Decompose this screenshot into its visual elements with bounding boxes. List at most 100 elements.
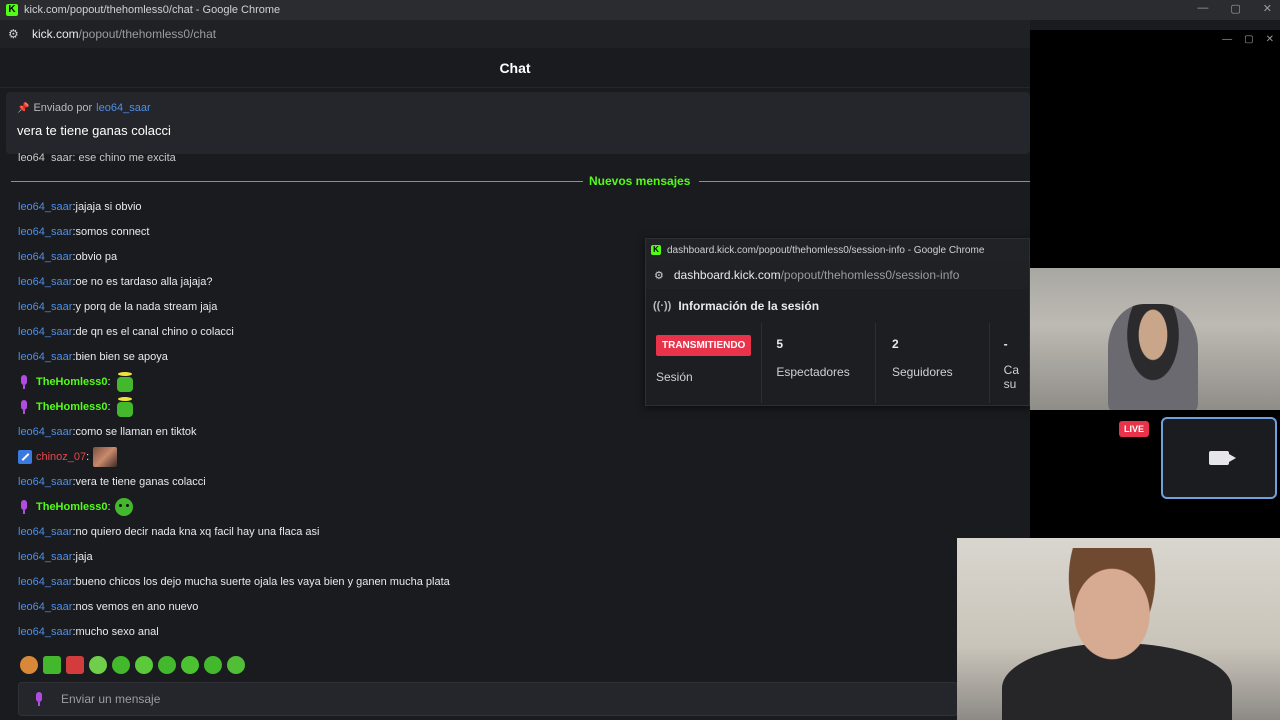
session-info-heading: ((·)) Información de la sesión bbox=[646, 289, 1029, 323]
chat-message[interactable]: leo64_saar: y porq de la nada stream jaj… bbox=[18, 297, 217, 317]
chat-message[interactable]: leo64_saar: jaja bbox=[18, 547, 93, 567]
chat-username[interactable]: leo64_saar bbox=[18, 551, 72, 563]
guest-camera-feed bbox=[1030, 268, 1280, 410]
emote-icon[interactable] bbox=[181, 656, 199, 674]
chat-message[interactable]: leo64_saar: mucho sexo anal bbox=[18, 622, 159, 642]
streamer-webcam-feed bbox=[957, 538, 1280, 720]
chat-message[interactable]: TheHomless0: bbox=[18, 497, 133, 517]
window-controls: — ▢ ✕ bbox=[1197, 2, 1272, 15]
chat-username[interactable]: leo64_saar bbox=[18, 201, 72, 213]
chat-text: de qn es el canal chino o colacci bbox=[75, 326, 234, 338]
chat-username[interactable]: TheHomless0 bbox=[36, 401, 108, 413]
stat-followers: 2 Seguidores bbox=[876, 323, 990, 403]
chat-message[interactable]: leo64_saar: como se llaman en tiktok bbox=[18, 422, 197, 442]
chat-username[interactable]: leo64_saar bbox=[18, 276, 72, 288]
chat-username[interactable]: leo64_saar bbox=[18, 251, 72, 263]
moderator-badge-icon bbox=[18, 450, 32, 464]
session-heading-text: Información de la sesión bbox=[678, 299, 820, 313]
chat-message[interactable]: chinoz_07: bbox=[18, 447, 118, 467]
angel-emote-icon[interactable] bbox=[115, 372, 135, 392]
popup-window-controls: — ▢ ✕ bbox=[1222, 34, 1274, 45]
extra-label: Ca su bbox=[1003, 363, 1019, 391]
pin-icon: 📌 bbox=[17, 102, 30, 114]
site-settings-icon[interactable]: ⚙ bbox=[654, 269, 664, 282]
emote-icon[interactable] bbox=[158, 656, 176, 674]
popup-address-bar[interactable]: ⚙ dashboard.kick.com /popout/thehomless0… bbox=[646, 261, 1029, 289]
chat-message[interactable]: TheHomless0: bbox=[18, 372, 135, 392]
chat-username[interactable]: leo64_saar bbox=[18, 301, 72, 313]
chat-username[interactable]: TheHomless0 bbox=[36, 501, 108, 513]
chat-input-box[interactable] bbox=[18, 682, 958, 716]
streamer-head-image bbox=[1057, 548, 1167, 668]
chat-text: bueno chicos los dejo mucha suerte ojala… bbox=[75, 576, 450, 588]
chat-message[interactable]: leo64_saar: bueno chicos los dejo mucha … bbox=[18, 572, 450, 592]
site-settings-icon[interactable]: ⚙ bbox=[8, 27, 22, 41]
sent-by-label: Enviado por bbox=[33, 102, 93, 114]
pinned-text: vera te tiene ganas colacci bbox=[17, 123, 171, 138]
new-messages-label: Nuevos mensajes bbox=[589, 174, 691, 188]
chat-message-input[interactable] bbox=[61, 692, 941, 706]
chat-username[interactable]: leo64_saar bbox=[18, 576, 72, 588]
emote-icon[interactable] bbox=[112, 656, 130, 674]
chat-message[interactable]: leo64_saar: oe no es tardaso alla jajaja… bbox=[18, 272, 212, 292]
followers-label: Seguidores bbox=[891, 365, 953, 379]
chat-username[interactable]: chinoz_07 bbox=[36, 451, 86, 463]
live-badge: LIVE bbox=[1119, 421, 1150, 437]
chat-header: Chat bbox=[0, 48, 1030, 88]
chat-username[interactable]: leo64_saar bbox=[18, 226, 72, 238]
emote-icon[interactable] bbox=[89, 656, 107, 674]
chat-username[interactable]: leo64_saar bbox=[18, 476, 72, 488]
chat-message[interactable]: leo64_saar: de qn es el canal chino o co… bbox=[18, 322, 234, 342]
chat-username[interactable]: leo64_saar bbox=[18, 426, 72, 438]
chat-message[interactable]: leo64_saar: jajaja si obvio bbox=[18, 197, 142, 217]
green-face-emote-icon[interactable] bbox=[114, 498, 133, 516]
close-button[interactable]: ✕ bbox=[1266, 34, 1274, 45]
restore-button[interactable]: ▢ bbox=[1230, 2, 1240, 15]
emote-icon[interactable] bbox=[227, 656, 245, 674]
pinned-username[interactable]: leo64_saar bbox=[96, 102, 150, 114]
chat-text: nos vemos en ano nuevo bbox=[75, 601, 199, 613]
emote-icon[interactable] bbox=[20, 656, 38, 674]
chat-message[interactable]: leo64_saar: vera te tiene ganas colacci bbox=[18, 472, 206, 492]
broadcast-icon: ((·)) bbox=[653, 300, 672, 312]
emote-icon[interactable] bbox=[204, 656, 222, 674]
emote-icon[interactable] bbox=[43, 656, 61, 674]
minimize-button[interactable]: — bbox=[1197, 2, 1208, 15]
chat-username[interactable]: leo64_saar bbox=[18, 526, 72, 538]
chat-text: bien bien se apoya bbox=[75, 351, 168, 363]
chat-message[interactable]: TheHomless0: bbox=[18, 397, 135, 417]
chat-message[interactable]: leo64_saar: obvio pa bbox=[18, 247, 117, 267]
angel-emote-icon[interactable] bbox=[115, 397, 135, 417]
popup-titlebar: K dashboard.kick.com/popout/thehomless0/… bbox=[646, 239, 1029, 261]
stat-viewers: 5 Espectadores bbox=[762, 323, 876, 403]
chat-text: no quiero decir nada kna xq facil hay un… bbox=[75, 526, 320, 538]
chat-message[interactable]: leo64_saar: somos connect bbox=[18, 222, 149, 242]
emote-icon[interactable] bbox=[135, 656, 153, 674]
popup-url-host: dashboard.kick.com bbox=[673, 268, 781, 282]
emote-icon[interactable] bbox=[66, 656, 84, 674]
chat-message[interactable]: leo64_saar: no quiero decir nada kna xq … bbox=[18, 522, 320, 542]
mini-camera-tile[interactable] bbox=[1161, 417, 1277, 499]
minimize-button[interactable]: — bbox=[1222, 34, 1232, 45]
session-stats: TRANSMITIENDO Sesión 5 Espectadores 2 Se… bbox=[646, 323, 1029, 403]
chat-username[interactable]: leo64_saar bbox=[18, 351, 72, 363]
kick-logo-icon: K bbox=[651, 245, 661, 255]
chat-username[interactable]: leo64_saar bbox=[18, 626, 72, 638]
mic-icon bbox=[33, 692, 45, 706]
photo-emote-icon[interactable] bbox=[93, 447, 118, 467]
chat-title: Chat bbox=[499, 59, 531, 76]
session-info-popup[interactable]: K dashboard.kick.com/popout/thehomless0/… bbox=[645, 238, 1030, 406]
chat-message[interactable]: leo64_saar: bien bien se apoya bbox=[18, 347, 168, 367]
stream-preview-top: — ▢ ✕ bbox=[1030, 30, 1280, 268]
pinned-sent-by: 📌 Enviado por leo64_saar bbox=[17, 102, 1019, 114]
chat-username[interactable]: leo64_saar bbox=[18, 601, 72, 613]
restore-button[interactable]: ▢ bbox=[1244, 34, 1253, 45]
chat-message[interactable]: leo64_saar: nos vemos en ano nuevo bbox=[18, 597, 198, 617]
url-path: /popout/thehomless0/chat bbox=[78, 27, 217, 41]
address-bar[interactable]: ⚙ kick.com /popout/thehomless0/chat bbox=[0, 20, 1030, 48]
chat-username[interactable]: leo64_saar bbox=[18, 326, 72, 338]
chat-username[interactable]: TheHomless0 bbox=[36, 376, 108, 388]
close-button[interactable]: ✕ bbox=[1263, 2, 1272, 15]
pinned-message[interactable]: 📌 Enviado por leo64_saar vera te tiene g… bbox=[6, 92, 1030, 154]
stat-extra: - Ca su bbox=[990, 323, 1029, 403]
